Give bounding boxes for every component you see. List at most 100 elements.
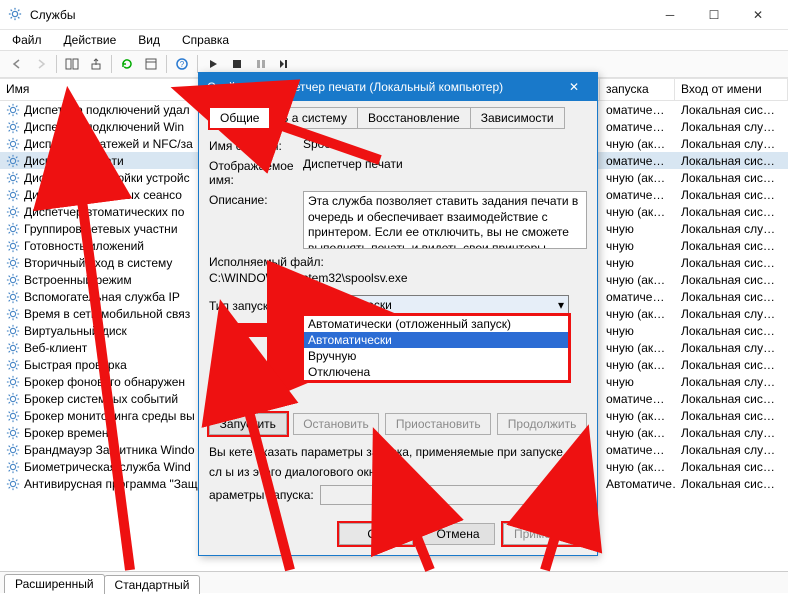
minimize-button[interactable]: ─: [648, 0, 692, 30]
service-logon: Локальная сис…: [675, 324, 788, 338]
tab-extended[interactable]: Расширенный: [4, 574, 105, 593]
value-display-name: Диспетчер печати: [303, 157, 587, 171]
service-name: Брокер мониторинга среды вы: [24, 409, 195, 423]
ok-button[interactable]: OK: [339, 523, 413, 545]
label-exe: Исполняемый файл:: [209, 255, 587, 269]
launch-params-input: [320, 485, 587, 505]
service-startup: оматиче…: [600, 188, 675, 202]
gear-icon: [6, 426, 20, 440]
cancel-button[interactable]: Отмена: [421, 523, 495, 545]
forward-button[interactable]: [30, 53, 52, 75]
col-logon[interactable]: Вход от имени: [675, 79, 788, 100]
gear-icon: [6, 188, 20, 202]
service-logon: Локальная слу…: [675, 341, 788, 355]
back-button[interactable]: [6, 53, 28, 75]
tab-recovery[interactable]: Восстановление: [357, 107, 471, 129]
service-logon: Локальная сис…: [675, 256, 788, 270]
service-name: Вторичный вход в систему: [24, 256, 172, 270]
service-logon: Локальная сис…: [675, 171, 788, 185]
titlebar: Службы ─ ☐ ✕: [0, 0, 788, 30]
service-logon: Локальная слу…: [675, 375, 788, 389]
dialog-close-button[interactable]: ✕: [559, 77, 589, 97]
menu-help[interactable]: Справка: [178, 31, 233, 49]
label-display-name: Отображаемое имя:: [209, 157, 303, 187]
service-logon: Локальная сис…: [675, 392, 788, 406]
service-startup: чную (ак…: [600, 171, 675, 185]
apply-button[interactable]: Применить: [503, 523, 587, 545]
close-button[interactable]: ✕: [736, 0, 780, 30]
service-name: Готовность иложений: [24, 239, 144, 253]
service-name: Диспетчер втоматических по: [24, 205, 184, 219]
label-state: Состояние:: [209, 391, 303, 407]
service-name: Биометрическая служба Wind: [24, 460, 191, 474]
gear-icon: [6, 256, 20, 270]
service-logon: Локальная слу…: [675, 222, 788, 236]
service-startup: чную: [600, 256, 675, 270]
value-description[interactable]: Эта служба позволяет ставить задания печ…: [303, 191, 587, 249]
service-name: Вспомогательная служба IP: [24, 290, 180, 304]
service-logon: Локальная сис…: [675, 409, 788, 423]
label-launch-params: араметры запуска:: [209, 488, 314, 502]
tab-dependencies[interactable]: Зависимости: [470, 107, 565, 129]
start-button[interactable]: Запустить: [209, 413, 287, 435]
gear-icon: [6, 137, 20, 151]
service-startup: чную (ак…: [600, 205, 675, 219]
service-startup: оматиче…: [600, 392, 675, 406]
service-startup: чную: [600, 222, 675, 236]
menu-view[interactable]: Вид: [134, 31, 164, 49]
menu-file[interactable]: Файл: [8, 31, 46, 49]
menubar: Файл Действие Вид Справка: [0, 30, 788, 50]
col-startup[interactable]: запуска: [600, 79, 675, 100]
service-logon: Локальная слу…: [675, 426, 788, 440]
service-logon: Локальная слу…: [675, 120, 788, 134]
service-startup: чную (ак…: [600, 341, 675, 355]
service-logon: Локальная сис…: [675, 358, 788, 372]
export-button[interactable]: [85, 53, 107, 75]
menu-action[interactable]: Действие: [60, 31, 121, 49]
service-startup: чную (ак…: [600, 409, 675, 423]
service-startup: чную (ак…: [600, 273, 675, 287]
service-logon: Локальная сис…: [675, 188, 788, 202]
dropdown-option[interactable]: Отключена: [304, 364, 568, 380]
tab-standard[interactable]: Стандартный: [104, 575, 201, 594]
gear-icon: [6, 477, 20, 491]
gear-icon: [6, 443, 20, 457]
service-startup: Автоматиче…: [600, 477, 675, 491]
service-startup: чную (ак…: [600, 137, 675, 151]
properties-button[interactable]: [140, 53, 162, 75]
service-logon: Локальная слу…: [675, 443, 788, 457]
show-hide-button[interactable]: [61, 53, 83, 75]
maximize-button[interactable]: ☐: [692, 0, 736, 30]
gear-icon: [6, 205, 20, 219]
service-startup: чную (ак…: [600, 426, 675, 440]
window-title: Службы: [30, 8, 75, 22]
startup-type-select[interactable]: Автоматически ▾: [303, 295, 569, 315]
service-name: Встроенный режим: [24, 273, 132, 287]
service-startup: оматиче…: [600, 154, 675, 168]
dialog-titlebar[interactable]: Свойства: Диспетчер печати (Локальный ко…: [199, 73, 597, 101]
gear-icon: [6, 154, 20, 168]
help-button[interactable]: ?: [171, 53, 193, 75]
service-logon: Локальная сис…: [675, 273, 788, 287]
service-name: Быстрая проверка: [24, 358, 127, 372]
value-exe: C:\WINDOWS\System32\spoolsv.exe: [209, 271, 587, 285]
service-name: Диспетче локальных сеансо: [24, 188, 182, 202]
startup-type-dropdown: Автоматически (отложенный запуск) Автома…: [303, 315, 569, 381]
service-name: Диспетчер печати: [24, 154, 124, 168]
service-startup: оматиче…: [600, 120, 675, 134]
service-logon: Локальная сис…: [675, 205, 788, 219]
dropdown-option[interactable]: Автоматически (отложенный запуск): [304, 316, 568, 332]
tab-general[interactable]: Общие: [209, 107, 270, 129]
service-name: Диспетчер настройки устройс: [24, 171, 190, 185]
service-startup: оматиче…: [600, 443, 675, 457]
properties-dialog: Свойства: Диспетчер печати (Локальный ко…: [198, 72, 598, 556]
refresh-button[interactable]: [116, 53, 138, 75]
tab-logon[interactable]: В а систему: [269, 107, 357, 129]
dropdown-option[interactable]: Автоматически: [304, 332, 568, 348]
gear-icon: [6, 120, 20, 134]
service-logon: Локальная сис…: [675, 290, 788, 304]
label-startup-type: Тип запуска:: [209, 297, 303, 313]
dropdown-option[interactable]: Вручную: [304, 348, 568, 364]
gear-icon: [6, 358, 20, 372]
value-service-name: Spoo: [303, 137, 587, 151]
